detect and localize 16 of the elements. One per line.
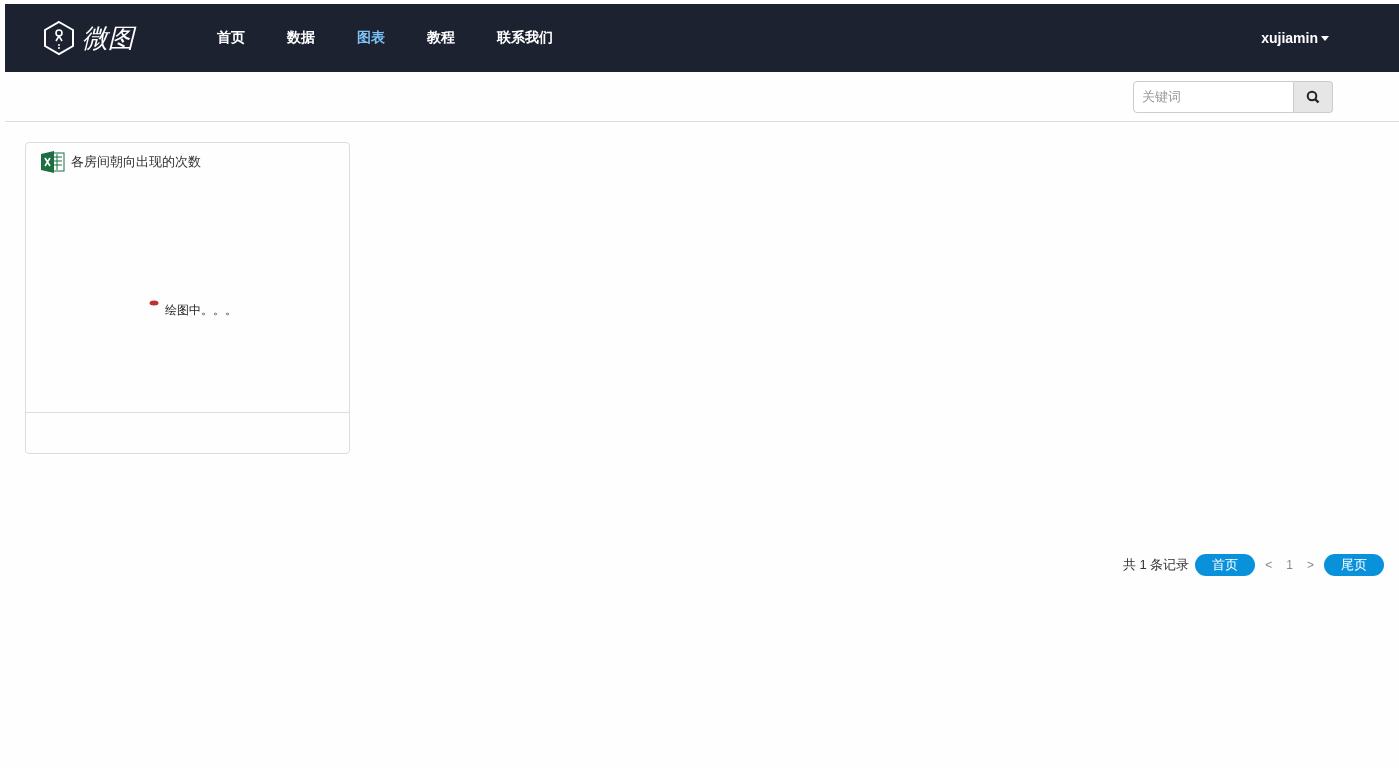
nav-link[interactable]: 图表 bbox=[357, 29, 385, 47]
user-menu[interactable]: xujiamin bbox=[1261, 30, 1329, 46]
record-count: 共 1 条记录 bbox=[1122, 556, 1190, 574]
nav-link[interactable]: 首页 bbox=[217, 29, 245, 47]
search-button[interactable] bbox=[1294, 80, 1333, 113]
logo-hexagon-icon bbox=[42, 20, 76, 56]
card-title: 各房间朝向出现的次数 bbox=[71, 153, 201, 171]
caret-icon bbox=[1321, 35, 1329, 41]
search-icon bbox=[1306, 89, 1320, 104]
spreadsheet-icon bbox=[41, 151, 65, 173]
loading-spinner-icon bbox=[148, 299, 159, 306]
nav-link[interactable]: 联系我们 bbox=[497, 29, 553, 47]
search-field[interactable]: 关键词 bbox=[1133, 80, 1294, 113]
loading-text: 绘图中。。。 bbox=[164, 302, 237, 319]
nav-link[interactable]: 教程 bbox=[427, 29, 455, 47]
nav-link[interactable]: 数据 bbox=[287, 29, 315, 47]
